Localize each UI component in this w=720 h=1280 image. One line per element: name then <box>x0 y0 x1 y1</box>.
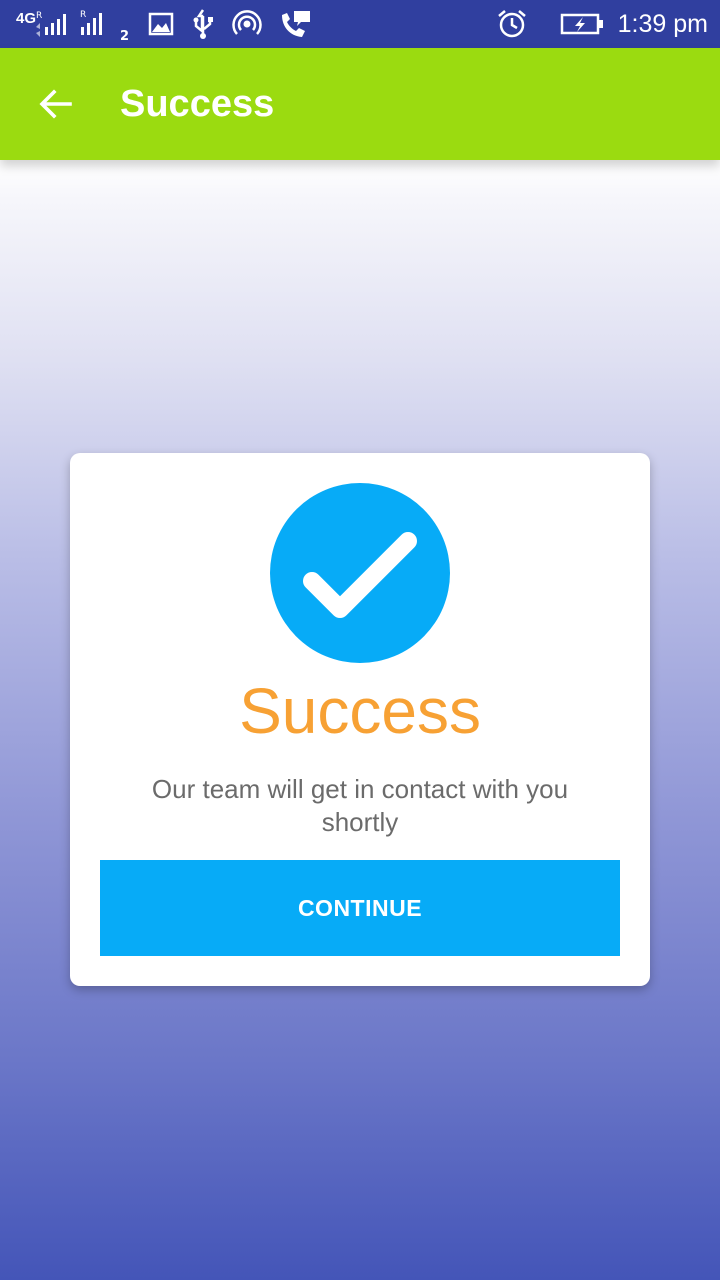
check-circle-icon <box>270 483 450 663</box>
call-chat-icon <box>278 9 312 39</box>
signal-sim2-icon: R 2 <box>80 7 132 41</box>
app-bar: Success <box>0 48 720 160</box>
status-bar-notifications: 4G R R 2 <box>16 6 328 42</box>
checkmark-icon <box>303 532 417 618</box>
page-title: Success <box>120 83 275 125</box>
hotspot-icon <box>232 9 262 39</box>
success-message: Our team will get in contact with you sh… <box>151 774 569 837</box>
sim2-roaming-label: R <box>80 10 86 20</box>
status-bar-system: 1:39 pm <box>496 6 708 42</box>
sim1-roaming-label: R <box>36 11 42 21</box>
success-title: Success <box>239 675 481 747</box>
signal-sim1-icon: 4G R <box>16 9 70 39</box>
success-card: Success Our team will get in contact wit… <box>70 453 650 986</box>
sim2-index-label: 2 <box>120 29 129 41</box>
back-button[interactable] <box>28 76 84 132</box>
gallery-notification-icon <box>148 12 174 36</box>
alarm-icon <box>496 8 528 40</box>
status-bar: 4G R R 2 1:39 pm <box>0 0 720 48</box>
battery-charging-icon <box>560 12 604 36</box>
continue-button[interactable]: CONTINUE <box>100 860 620 956</box>
status-time: 1:39 pm <box>617 9 708 38</box>
network-type-label: 4G <box>16 9 37 27</box>
usb-icon <box>190 9 216 39</box>
arrow-back-icon <box>39 89 72 119</box>
